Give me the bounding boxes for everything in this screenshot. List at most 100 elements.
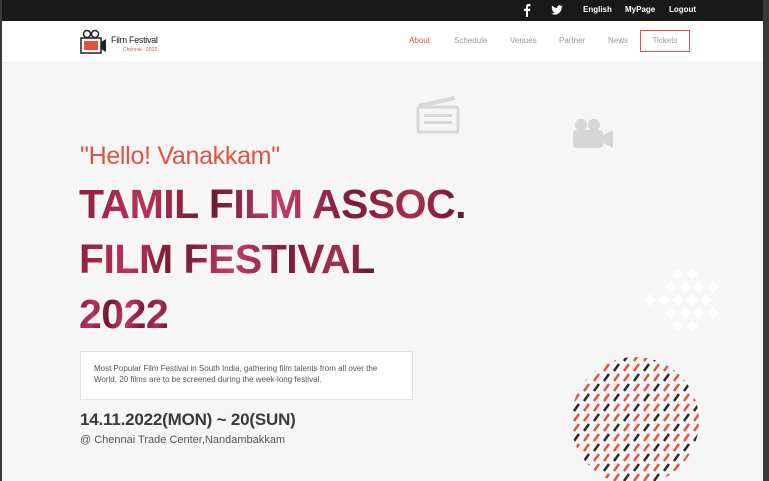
logo-subtitle: Chennai - 2022 xyxy=(123,47,158,53)
stripe-dash xyxy=(572,363,581,372)
stripe-dash xyxy=(642,443,651,452)
diamond-tile xyxy=(679,281,691,293)
stripe-dash xyxy=(682,423,691,432)
diamond-tile xyxy=(686,268,698,280)
stripe-dash xyxy=(652,357,661,362)
stripe-dash xyxy=(672,453,681,462)
nav-venues[interactable]: Venues xyxy=(510,35,537,47)
logout-link[interactable]: Logout xyxy=(669,3,696,17)
striped-circle-pattern xyxy=(568,354,702,481)
stripe-dash xyxy=(602,383,611,392)
stripe-dash xyxy=(632,453,641,462)
stripe-dash xyxy=(692,463,699,472)
logo-title[interactable]: Film Festival xyxy=(111,35,158,45)
stripe-dash xyxy=(622,403,631,412)
stripe-dash xyxy=(692,403,699,412)
stripe-dash xyxy=(692,373,699,382)
stripe-dash xyxy=(642,453,651,462)
nav-news[interactable]: News xyxy=(608,35,628,47)
stripe-dash xyxy=(682,463,691,472)
stripe-dash xyxy=(612,473,621,481)
festival-dates: 14.11.2022(MON) ~ 20(SUN) xyxy=(80,410,296,429)
stripe-dash xyxy=(572,443,581,452)
stripe-dash xyxy=(692,363,699,372)
stripe-dash xyxy=(582,403,591,412)
stripe-dash xyxy=(672,443,681,452)
stripe-dash xyxy=(672,373,681,382)
film-camera-icon[interactable] xyxy=(79,29,107,55)
stripe-dash xyxy=(652,403,661,412)
diamond-tile xyxy=(679,307,691,319)
diamond-tile xyxy=(644,294,656,306)
hero-title-line-1: TAMIL FILM ASSOC. xyxy=(79,181,467,227)
stripe-dash xyxy=(582,357,591,362)
stripe-dash xyxy=(682,403,691,412)
stripe-dash xyxy=(662,393,671,402)
nav-partner[interactable]: Partner xyxy=(559,35,585,47)
stripe-dash xyxy=(582,453,591,462)
english-link[interactable]: English xyxy=(583,3,612,17)
stripe-dash xyxy=(692,423,699,432)
stripe-dash xyxy=(662,403,671,412)
diamond-tile xyxy=(693,307,705,319)
stripe-dash xyxy=(572,393,581,402)
stripe-dash xyxy=(568,424,569,431)
diamond-tile xyxy=(658,294,670,306)
stripe-dash xyxy=(632,393,641,402)
stripe-dash xyxy=(568,414,569,421)
facebook-icon[interactable] xyxy=(522,3,532,17)
stripe-dash xyxy=(572,463,581,472)
stripe-dash xyxy=(612,373,621,382)
stripe-dash xyxy=(672,413,681,422)
stripe-dash xyxy=(612,463,621,472)
nav-about[interactable]: About xyxy=(409,35,430,47)
stripe-dash xyxy=(582,433,591,442)
header: Film Festival Chennai - 2022 About Sched… xyxy=(2,21,766,63)
stripe-dash xyxy=(568,454,569,461)
tickets-button[interactable]: Tickets xyxy=(640,30,690,52)
stripe-dash xyxy=(612,453,621,462)
diamond-tile xyxy=(672,294,684,306)
stripe-dash xyxy=(632,373,641,382)
diamond-tile xyxy=(672,268,684,280)
stripe-dash xyxy=(652,373,661,382)
stripe-dash xyxy=(568,364,569,371)
stripe-dash xyxy=(672,403,681,412)
stripe-dash xyxy=(602,473,611,481)
stripe-dash xyxy=(632,423,641,432)
stripe-dash xyxy=(692,473,699,481)
stripe-dash xyxy=(612,363,621,372)
stripe-dash xyxy=(632,413,641,422)
stripe-dash xyxy=(672,423,681,432)
stripe-dash xyxy=(592,473,601,481)
stripe-dash xyxy=(602,393,611,402)
stripe-dash xyxy=(662,433,671,442)
stripe-dash xyxy=(632,403,641,412)
stripe-dash xyxy=(622,433,631,442)
stripe-dash xyxy=(682,473,691,481)
description-text: Most Popular Film Festival in South Indi… xyxy=(94,364,378,384)
mypage-link[interactable]: MyPage xyxy=(625,3,655,17)
twitter-icon[interactable] xyxy=(550,3,564,17)
stripe-dash xyxy=(692,393,699,402)
stripe-dash xyxy=(672,363,681,372)
stripe-dash xyxy=(622,463,631,472)
stripe-dash xyxy=(682,413,691,422)
stripe-dash xyxy=(682,373,691,382)
stripe-dash xyxy=(672,383,681,392)
stripe-dash xyxy=(612,443,621,452)
stripe-dash xyxy=(622,413,631,422)
stripe-dash xyxy=(582,473,591,481)
stripe-dash xyxy=(612,433,621,442)
stripe-dash xyxy=(662,453,671,462)
stripe-dash xyxy=(632,463,641,472)
stripe-dash xyxy=(622,373,631,382)
stripe-dash xyxy=(682,433,691,442)
stripe-dash xyxy=(652,393,661,402)
nav-schedule[interactable]: Schedule xyxy=(454,35,487,47)
stripe-dash xyxy=(602,443,611,452)
stripe-dash xyxy=(662,423,671,432)
stripe-dash xyxy=(592,413,601,422)
stripe-dash xyxy=(662,373,671,382)
stripe-dash xyxy=(582,363,591,372)
